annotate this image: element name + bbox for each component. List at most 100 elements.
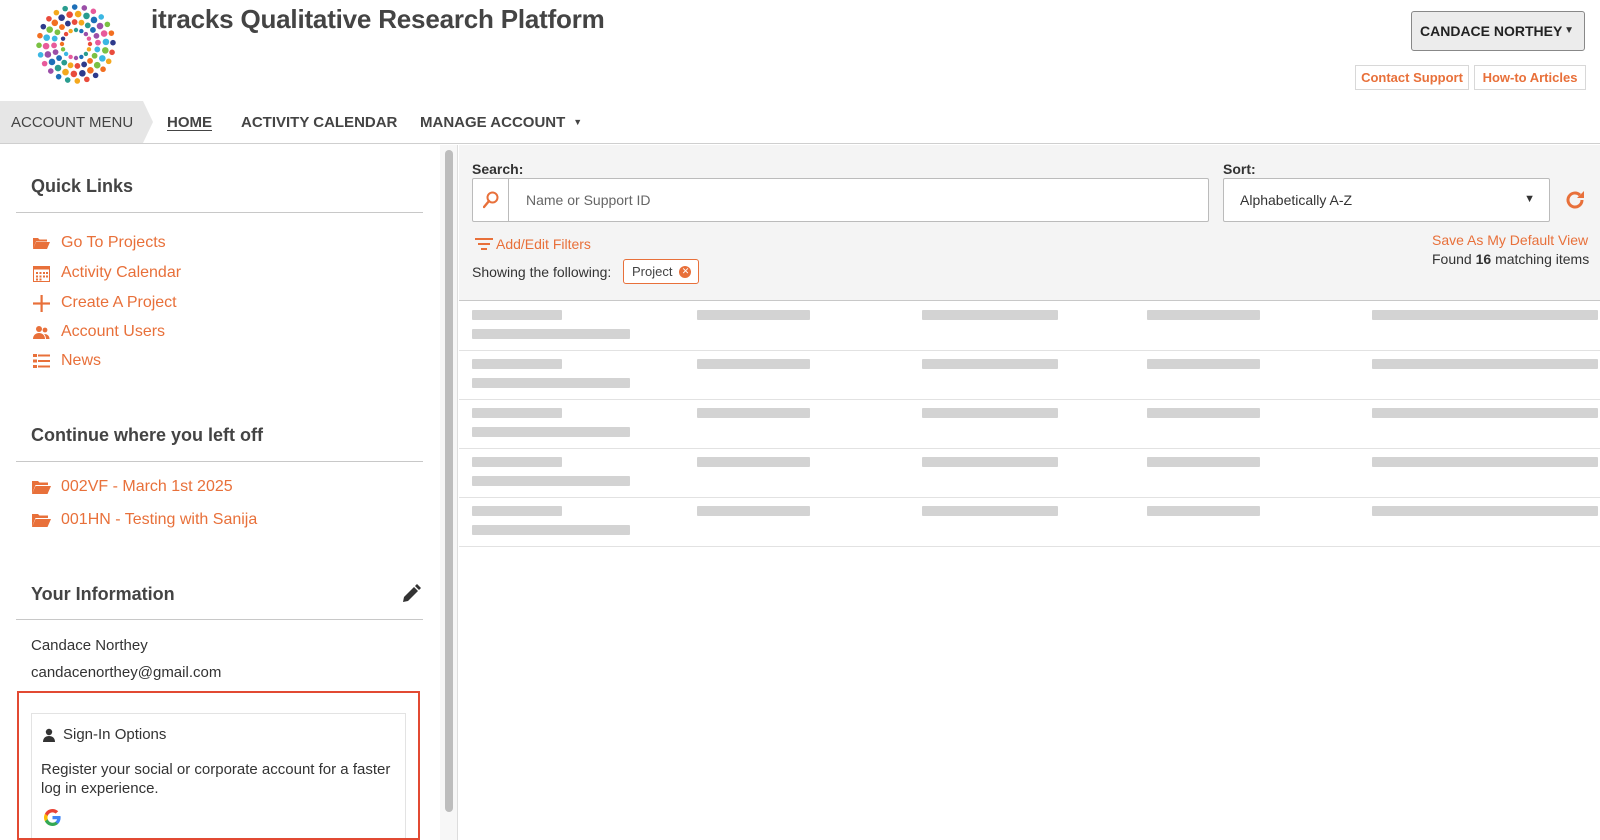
user-menu-button[interactable]: CANDACE NORTHEY ▼ <box>1411 11 1585 51</box>
search-box <box>472 178 1209 222</box>
skeleton-bar <box>1147 408 1260 418</box>
continue-title: Continue where you left off <box>31 425 263 445</box>
skeleton-bar <box>922 457 1058 467</box>
skeleton-bar <box>1372 310 1598 320</box>
recent-project-item[interactable]: 001HN - Testing with Sanija <box>31 510 257 530</box>
skeleton-bar <box>472 457 562 467</box>
skeleton-bar <box>697 310 810 320</box>
refresh-icon[interactable] <box>1563 188 1587 212</box>
nav-home[interactable]: HOME <box>167 101 212 143</box>
your-information-title: Your Information <box>31 584 175 604</box>
found-count-text: Found 16 matching items <box>1432 251 1589 267</box>
skeleton-bar <box>472 310 562 320</box>
scrollbar-thumb[interactable] <box>445 150 453 812</box>
skeleton-bar <box>472 408 562 418</box>
skeleton-bar <box>922 310 1058 320</box>
quick-link-label: Create A Project <box>61 294 177 311</box>
sort-label: Sort: <box>1223 161 1256 177</box>
showing-label: Showing the following: <box>472 264 612 280</box>
found-count: 16 <box>1475 251 1492 267</box>
itracks-logo <box>36 4 116 84</box>
quick-link-create-project[interactable]: Create A Project <box>31 293 177 313</box>
skeleton-bar <box>1372 457 1598 467</box>
caret-down-icon: ▼ <box>1524 193 1535 205</box>
quick-links-title: Quick Links <box>31 176 134 196</box>
skeleton-bar <box>1372 408 1598 418</box>
quick-link-activity-calendar[interactable]: Activity Calendar <box>31 263 181 283</box>
skeleton-row <box>459 302 1600 351</box>
quick-link-label: Activity Calendar <box>61 264 182 281</box>
skeleton-bar <box>472 359 562 369</box>
skeleton-bar <box>472 427 630 437</box>
caret-down-icon: ▼ <box>1564 25 1574 36</box>
skeleton-bar <box>1372 506 1598 516</box>
how-to-articles-link[interactable]: How-to Articles <box>1474 65 1586 90</box>
users-icon <box>31 322 51 342</box>
found-prefix: Found <box>1432 251 1472 267</box>
plus-icon <box>31 293 51 313</box>
folder-open-icon <box>31 233 51 253</box>
recent-project-item[interactable]: 002VF - March 1st 2025 <box>31 477 233 497</box>
divider <box>16 619 423 620</box>
skeleton-bar <box>472 506 562 516</box>
contact-support-link[interactable]: Contact Support <box>1355 65 1469 90</box>
user-email: candacenorthey@gmail.com <box>31 664 222 681</box>
skeleton-row <box>459 498 1600 547</box>
search-label: Search: <box>472 161 524 177</box>
quick-link-news[interactable]: News <box>31 351 101 371</box>
skeleton-bar <box>472 378 630 388</box>
skeleton-row <box>459 400 1600 449</box>
skeleton-bar <box>697 359 810 369</box>
skeleton-bar <box>922 408 1058 418</box>
skeleton-bar <box>697 506 810 516</box>
user-name: CANDACE NORTHEY <box>1420 23 1563 39</box>
highlight-outline <box>17 691 420 840</box>
quick-link-account-users[interactable]: Account Users <box>31 322 165 342</box>
skeleton-row <box>459 449 1600 498</box>
quick-link-go-to-projects[interactable]: Go To Projects <box>31 233 166 253</box>
skeleton-row <box>459 351 1600 400</box>
quick-link-label: News <box>61 352 102 369</box>
skeleton-bar <box>1372 359 1598 369</box>
add-edit-filters-label: Add/Edit Filters <box>496 236 591 252</box>
skeleton-bar <box>697 457 810 467</box>
filter-chip-label: Project <box>632 264 673 279</box>
found-suffix: matching items <box>1495 251 1590 267</box>
account-menu-label[interactable]: ACCOUNT MENU <box>0 101 143 143</box>
filter-chip-project[interactable]: Project ✕ <box>623 259 700 284</box>
skeleton-bar <box>472 525 630 535</box>
folder-open-icon <box>31 477 51 497</box>
app-title: itracks Qualitative Research Platform <box>151 4 605 34</box>
pencil-icon[interactable] <box>401 584 421 604</box>
main-nav: ACCOUNT MENU HOME ACTIVITY CALENDAR MANA… <box>0 101 1600 144</box>
skeleton-bar <box>472 476 630 486</box>
search-button[interactable] <box>473 179 509 221</box>
skeleton-bar <box>1147 359 1260 369</box>
calendar-icon <box>31 263 51 283</box>
caret-down-icon: ▼ <box>573 117 583 127</box>
recent-project-label: 001HN - Testing with Sanija <box>61 511 258 528</box>
add-edit-filters-link[interactable]: Add/Edit Filters <box>475 236 591 252</box>
sort-select[interactable]: Alphabetically A-Z ▼ <box>1223 178 1550 222</box>
skeleton-bar <box>1147 506 1260 516</box>
nav-activity-calendar[interactable]: ACTIVITY CALENDAR <box>241 101 397 143</box>
folder-open-icon <box>31 510 51 530</box>
skeleton-bar <box>472 329 630 339</box>
quick-link-label: Account Users <box>61 323 166 340</box>
quick-link-label: Go To Projects <box>61 234 166 251</box>
skeleton-bar <box>922 506 1058 516</box>
user-full-name: Candace Northey <box>31 637 148 654</box>
divider <box>16 212 423 213</box>
sort-selected-value: Alphabetically A-Z <box>1240 192 1353 208</box>
search-icon <box>482 191 498 209</box>
search-input[interactable] <box>510 179 1208 221</box>
account-menu-arrow <box>143 101 153 143</box>
filter-icon <box>475 238 493 250</box>
list-icon <box>31 351 51 371</box>
save-default-view-link[interactable]: Save As My Default View <box>1432 232 1588 248</box>
nav-manage-account[interactable]: MANAGE ACCOUNT ▼ <box>420 101 582 143</box>
close-circle-icon[interactable]: ✕ <box>679 265 692 278</box>
skeleton-bar <box>697 408 810 418</box>
divider <box>16 461 423 462</box>
skeleton-bar <box>1147 457 1260 467</box>
